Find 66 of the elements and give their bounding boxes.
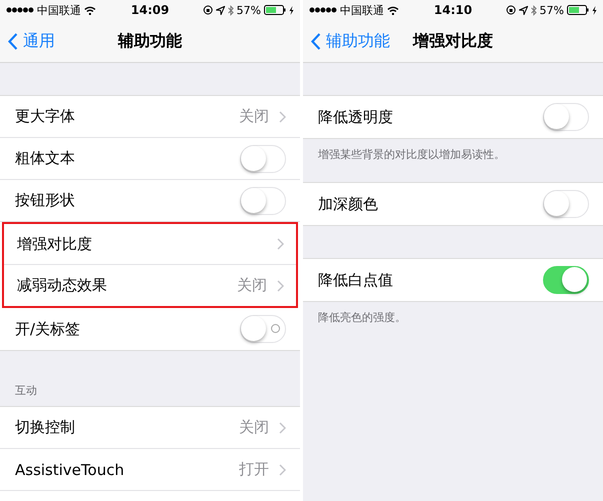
row-label: 减弱动态效果 <box>17 276 107 295</box>
charging-bolt-icon <box>288 6 294 14</box>
row-value: 关闭 <box>237 276 267 295</box>
charging-bolt-icon <box>592 6 597 14</box>
battery-icon <box>264 5 286 15</box>
chevron-right-icon <box>279 422 286 434</box>
signal-icon <box>6 7 34 13</box>
settings-row[interactable]: 切换控制 关闭 <box>0 407 300 449</box>
row-label: 粗体文本 <box>15 149 75 168</box>
row-label: 增强对比度 <box>17 234 92 254</box>
section-footer: 降低亮色的强度。 <box>303 302 603 333</box>
settings-row[interactable]: 开/关标签 <box>0 308 300 350</box>
wifi-icon <box>387 6 399 14</box>
back-button[interactable]: 辅助功能 <box>303 30 390 52</box>
carrier-name: 中国联通 <box>37 2 81 18</box>
signal-icon <box>309 7 337 13</box>
settings-row[interactable]: 减弱动态效果 关闭 <box>4 265 296 306</box>
settings-row[interactable]: AssistiveTouch 打开 <box>0 449 300 491</box>
status-time: 14:10 <box>434 3 472 17</box>
row-label: 按钮形状 <box>15 191 75 210</box>
toggle-switch[interactable] <box>543 190 589 218</box>
back-button[interactable]: 通用 <box>0 30 55 52</box>
section-header: 互动 <box>14 383 38 399</box>
settings-row[interactable]: 加深颜色 <box>303 183 603 225</box>
chevron-right-icon <box>277 238 284 250</box>
location-icon <box>518 6 528 14</box>
screen-title: 增强对比度 <box>413 30 493 52</box>
section-footer: 增强某些背景的对比度以增加易读性。 <box>303 139 603 170</box>
wifi-icon <box>84 6 96 14</box>
toggle-switch[interactable] <box>240 186 286 214</box>
back-chevron-icon <box>311 32 321 50</box>
settings-row[interactable]: 更大字体 关闭 <box>0 96 300 138</box>
back-chevron-icon <box>8 32 18 50</box>
row-label: 加深颜色 <box>318 194 378 214</box>
row-value: 关闭 <box>239 107 269 126</box>
row-label: 降低白点值 <box>318 270 393 290</box>
screen-title: 辅助功能 <box>118 30 182 52</box>
row-label: 切换控制 <box>15 418 75 437</box>
chevron-right-icon <box>277 280 284 292</box>
status-time: 14:09 <box>130 3 170 17</box>
row-label: 更大字体 <box>15 107 75 126</box>
settings-row[interactable]: 降低透明度 <box>303 96 603 138</box>
rotation-lock-icon <box>506 5 516 15</box>
toggle-switch[interactable] <box>240 144 286 172</box>
toggle-switch[interactable] <box>543 266 589 294</box>
rotation-lock-icon <box>202 5 213 15</box>
battery-percent: 57% <box>540 4 564 16</box>
battery-icon <box>566 5 589 15</box>
chevron-right-icon <box>279 464 286 476</box>
bluetooth-icon <box>228 4 234 16</box>
toggle-switch[interactable] <box>543 103 589 131</box>
row-label: 降低透明度 <box>318 108 393 126</box>
row-value: 关闭 <box>239 418 269 437</box>
settings-row[interactable]: 降低白点值 <box>303 259 603 301</box>
row-label: AssistiveTouch <box>15 460 124 478</box>
settings-row[interactable]: 增强对比度 <box>4 224 296 265</box>
location-icon <box>216 6 225 14</box>
bluetooth-icon <box>530 4 537 16</box>
carrier-name: 中国联通 <box>340 2 384 18</box>
settings-row[interactable]: 按钮形状 <box>0 180 300 222</box>
row-label: 开/关标签 <box>15 320 80 338</box>
row-value: 打开 <box>239 460 269 479</box>
battery-percent: 57% <box>236 4 261 16</box>
settings-row[interactable]: 粗体文本 <box>0 138 300 180</box>
chevron-right-icon <box>279 110 286 122</box>
toggle-switch[interactable] <box>240 315 286 343</box>
